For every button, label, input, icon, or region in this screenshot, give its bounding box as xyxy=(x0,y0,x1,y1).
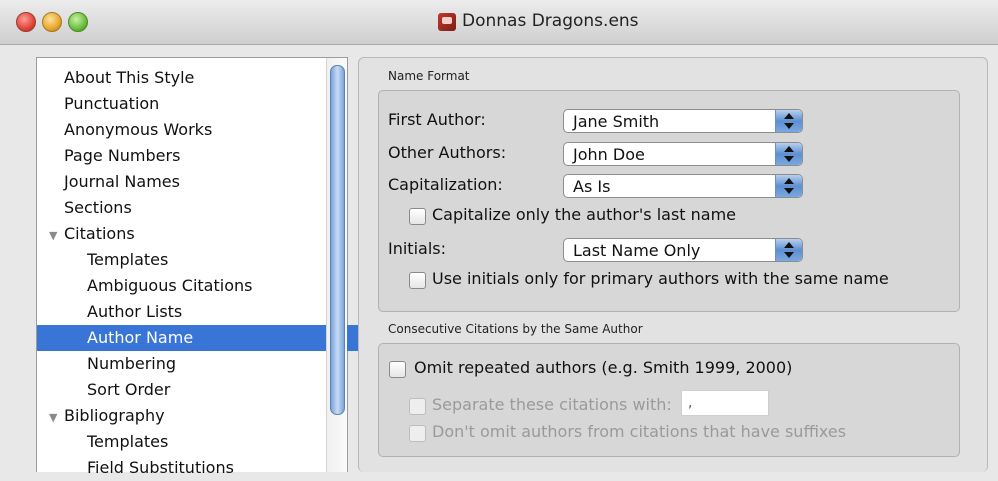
capitalization-popup[interactable]: As Is xyxy=(563,174,803,198)
document-icon xyxy=(438,13,456,31)
sidebar-item-journal-names[interactable]: Journal Names xyxy=(37,169,354,195)
popup-arrows-icon xyxy=(775,110,802,132)
sidebar-group-bibliography[interactable]: ▼ Bibliography xyxy=(37,403,339,429)
zoom-window-button[interactable] xyxy=(68,12,88,32)
capitalize-last-name-checkbox[interactable] xyxy=(409,208,426,225)
dont-omit-suffixes-label: Don't omit authors from citations that h… xyxy=(432,422,847,441)
consecutive-citations-group: Omit repeated authors (e.g. Smith 1999, … xyxy=(378,343,960,457)
initials-popup[interactable]: Last Name Only xyxy=(563,238,803,262)
other-authors-popup[interactable]: John Doe xyxy=(563,142,803,166)
consecutive-group-label: Consecutive Citations by the Same Author xyxy=(388,322,643,336)
omit-repeated-label[interactable]: Omit repeated authors (e.g. Smith 1999, … xyxy=(414,358,792,377)
settings-panel: Name Format First Author: Jane Smith Oth… xyxy=(358,57,988,472)
first-author-value: Jane Smith xyxy=(573,112,660,131)
sidebar-item-author-name[interactable]: Author Name xyxy=(37,325,370,351)
omit-repeated-checkbox[interactable] xyxy=(389,361,406,378)
sidebar-group-citations[interactable]: ▼ Citations xyxy=(37,221,339,247)
style-sections-sidebar: About This Style Punctuation Anonymous W… xyxy=(36,57,370,477)
use-initials-primary-checkbox[interactable] xyxy=(409,272,426,289)
sidebar-group-label: Bibliography xyxy=(64,406,165,425)
separate-citations-checkbox[interactable] xyxy=(409,398,426,415)
popup-arrows-icon xyxy=(775,239,802,261)
popup-arrows-icon xyxy=(775,175,802,197)
initials-value: Last Name Only xyxy=(573,241,701,260)
other-authors-label: Other Authors: xyxy=(388,143,507,162)
first-author-label: First Author: xyxy=(388,110,486,129)
initials-label: Initials: xyxy=(388,239,446,258)
dont-omit-suffixes-checkbox[interactable] xyxy=(409,425,426,442)
minimize-window-button[interactable] xyxy=(42,12,62,32)
other-authors-value: John Doe xyxy=(573,145,645,164)
name-format-group: First Author: Jane Smith Other Authors: … xyxy=(378,90,960,312)
sidebar-item-sections[interactable]: Sections xyxy=(37,195,354,221)
name-format-group-label: Name Format xyxy=(388,69,470,83)
popup-arrows-icon xyxy=(775,143,802,165)
disclosure-triangle-icon[interactable]: ▼ xyxy=(49,405,64,431)
capitalize-last-name-label[interactable]: Capitalize only the author's last name xyxy=(432,205,736,224)
window-title: Donnas Dragons.ens xyxy=(462,11,639,31)
disclosure-triangle-icon[interactable]: ▼ xyxy=(49,223,64,249)
sidebar-item-about-this-style[interactable]: About This Style xyxy=(37,65,354,91)
separate-citations-label: Separate these citations with: xyxy=(432,395,672,414)
first-author-popup[interactable]: Jane Smith xyxy=(563,109,803,133)
close-window-button[interactable] xyxy=(16,12,36,32)
capitalization-label: Capitalization: xyxy=(388,175,503,194)
sidebar-item-page-numbers[interactable]: Page Numbers xyxy=(37,143,354,169)
separator-input[interactable]: , xyxy=(681,390,769,416)
sidebar-item-anonymous-works[interactable]: Anonymous Works xyxy=(37,117,354,143)
sidebar-scrollbar[interactable] xyxy=(326,58,347,472)
scrollbar-thumb[interactable] xyxy=(330,65,345,415)
sidebar-item-punctuation[interactable]: Punctuation xyxy=(37,91,354,117)
use-initials-primary-label[interactable]: Use initials only for primary authors wi… xyxy=(432,269,889,288)
sidebar-group-label: Citations xyxy=(64,224,135,243)
title-bar: Donnas Dragons.ens xyxy=(0,0,998,45)
capitalization-value: As Is xyxy=(573,177,611,196)
